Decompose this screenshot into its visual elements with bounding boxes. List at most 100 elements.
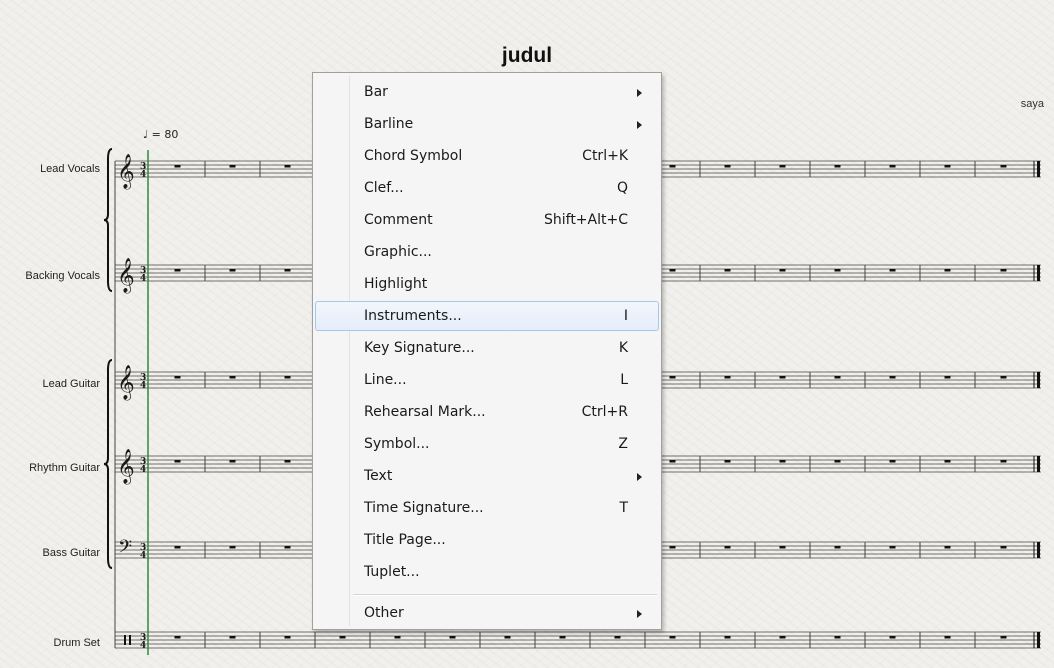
measure-rest [1000, 460, 1007, 463]
measure-rest [1000, 376, 1007, 379]
menu-item-label: Clef... [364, 180, 404, 196]
instrument-name-rhythm-guitar[interactable]: Rhythm Guitar [29, 462, 100, 474]
final-barline-thick [1037, 265, 1040, 281]
instrument-name-bass-guitar[interactable]: Bass Guitar [43, 547, 100, 559]
menu-item-label: Chord Symbol [364, 148, 463, 164]
measure-rest [724, 636, 731, 639]
score-page[interactable]: 𝄞 3 4 𝄞 3 4 𝄞 3 4 𝄞 3 4 𝄢 3 4 3 4 judul saya ♩ = 80 Lead… [0, 0, 1054, 668]
measure-rest [834, 546, 841, 549]
final-barline-thick [1037, 161, 1040, 177]
measure-rest [669, 376, 676, 379]
measure-rest [559, 636, 566, 639]
final-barline-thick [1037, 456, 1040, 472]
menu-item-time-signature[interactable]: Time Signature... T [315, 493, 659, 523]
menu-item-key-signature[interactable]: Key Signature... K [315, 333, 659, 363]
menu-item-label: Bar [364, 84, 388, 100]
menu-item-label: Barline [364, 116, 414, 132]
menu-item-bar[interactable]: Bar [315, 77, 659, 107]
measure-rest [724, 546, 731, 549]
score-title[interactable]: judul [0, 44, 1054, 68]
menu-item-shortcut: Q [616, 180, 628, 196]
measure-rest [284, 460, 291, 463]
measure-rest [229, 546, 236, 549]
context-menu: Bar Barline Chord Symbol Ctrl+K Clef... … [312, 72, 662, 630]
menu-item-tuplet[interactable]: Tuplet... [315, 557, 659, 587]
bass-clef-icon: 𝄢 [118, 537, 132, 562]
measure-rest [834, 269, 841, 272]
menu-item-shortcut: T [619, 500, 628, 516]
menu-item-other[interactable]: Other [315, 598, 659, 628]
measure-rest [944, 546, 951, 549]
final-barline-thick [1037, 372, 1040, 388]
menu-item-line[interactable]: Line... L [315, 365, 659, 395]
menu-item-symbol[interactable]: Symbol... Z [315, 429, 659, 459]
menu-item-highlight[interactable]: Highlight [315, 269, 659, 299]
measure-rest [834, 376, 841, 379]
measure-rest [394, 636, 401, 639]
instrument-name-backing-vocals[interactable]: Backing Vocals [25, 270, 100, 282]
final-barline-thick [1037, 632, 1040, 648]
measure-rest [284, 165, 291, 168]
measure-rest [724, 165, 731, 168]
menu-item-graphic[interactable]: Graphic... [315, 237, 659, 267]
menu-item-shortcut: Ctrl+K [582, 148, 628, 164]
menu-item-instruments[interactable]: Instruments... I [315, 301, 659, 331]
submenu-arrow-icon [637, 89, 642, 97]
menu-item-label: Tuplet... [364, 564, 420, 580]
menu-item-text[interactable]: Text [315, 461, 659, 491]
menu-item-comment[interactable]: Comment Shift+Alt+C [315, 205, 659, 235]
staff-brace [103, 359, 113, 569]
treble-clef-icon: 𝄞 [117, 154, 135, 190]
measure-rest [614, 636, 621, 639]
time-signature-denominator: 4 [140, 381, 146, 391]
staff-brace [103, 148, 113, 292]
measure-rest [229, 165, 236, 168]
measure-rest [669, 165, 676, 168]
measure-rest [669, 546, 676, 549]
measure-rest [779, 460, 786, 463]
instrument-name-drum-set[interactable]: Drum Set [54, 637, 100, 649]
measure-rest [229, 376, 236, 379]
measure-rest [779, 269, 786, 272]
measure-rest [889, 636, 896, 639]
measure-rest [174, 376, 181, 379]
measure-rest [174, 165, 181, 168]
menu-item-label: Rehearsal Mark... [364, 404, 486, 420]
treble-clef-icon: 𝄞 [117, 449, 135, 485]
menu-item-clef[interactable]: Clef... Q [315, 173, 659, 203]
time-signature-denominator: 4 [140, 170, 146, 180]
measure-rest [944, 165, 951, 168]
percussion-clef-icon [124, 635, 126, 645]
menu-item-shortcut: I [623, 308, 628, 324]
measure-rest [229, 460, 236, 463]
measure-rest [174, 546, 181, 549]
measure-rest [724, 460, 731, 463]
measure-rest [174, 269, 181, 272]
menu-item-shortcut: Ctrl+R [581, 404, 628, 420]
tempo-marking[interactable]: ♩ = 80 [143, 128, 178, 141]
menu-item-shortcut: K [618, 340, 628, 356]
measure-rest [944, 460, 951, 463]
measure-rest [284, 269, 291, 272]
menu-item-label: Title Page... [364, 532, 446, 548]
menu-item-rehearsal-mark[interactable]: Rehearsal Mark... Ctrl+R [315, 397, 659, 427]
measure-rest [669, 269, 676, 272]
treble-clef-icon: 𝄞 [117, 365, 135, 401]
instrument-name-lead-vocals[interactable]: Lead Vocals [40, 163, 100, 175]
menu-item-title-page[interactable]: Title Page... [315, 525, 659, 555]
submenu-arrow-icon [637, 121, 642, 129]
menu-item-barline[interactable]: Barline [315, 109, 659, 139]
measure-rest [889, 376, 896, 379]
menu-item-label: Instruments... [364, 308, 462, 324]
measure-rest [779, 546, 786, 549]
measure-rest [174, 636, 181, 639]
measure-rest [889, 165, 896, 168]
measure-rest [889, 546, 896, 549]
score-composer[interactable]: saya [1021, 98, 1044, 110]
measure-rest [944, 376, 951, 379]
measure-rest [669, 636, 676, 639]
instrument-name-lead-guitar[interactable]: Lead Guitar [43, 378, 100, 390]
menu-item-shortcut: Z [618, 436, 628, 452]
menu-item-chord-symbol[interactable]: Chord Symbol Ctrl+K [315, 141, 659, 171]
measure-rest [834, 165, 841, 168]
